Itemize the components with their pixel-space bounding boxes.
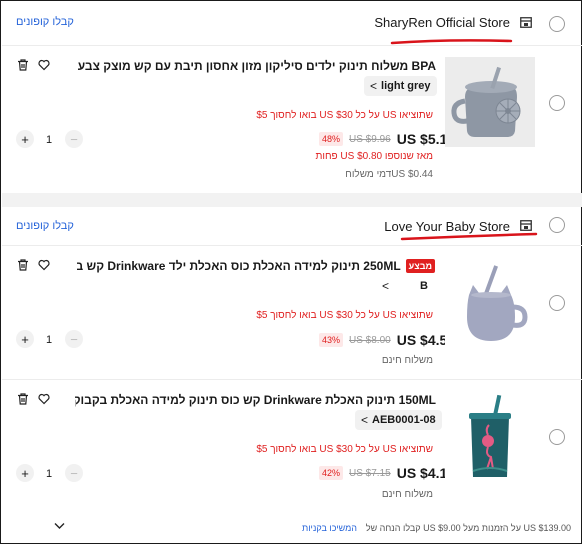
select-item-checkbox[interactable] [549,95,565,111]
price-row: 42% US $7.15 US $4.15 [319,465,455,481]
select-item-checkbox[interactable] [549,295,565,311]
store-promo: בואו לחסוך $5 US על כל $30 US שתוציאו [256,310,433,321]
order-discount-note: קבלו הנחה של US $9.00 על הזמנות מעל US $… [365,523,571,533]
product-image[interactable] [445,57,535,147]
product-title[interactable]: 250ML תינוק למידה האכלת כוס האכלת ילד Dr… [77,259,401,273]
continue-shopping-link[interactable]: המשיכו בקניות [302,523,357,533]
original-price: US $7.15 [349,467,391,479]
select-store-checkbox[interactable] [549,16,565,32]
store-promo: בואו לחסוך $5 US על כל $30 US שתוציאו [256,444,433,455]
quantity-decrease-button[interactable]: − [65,130,83,148]
quantity-value[interactable]: 1 [46,134,52,146]
shipping-cost: דמי משלוחUS $0.44 [345,169,433,180]
original-price: US $9.96 [349,133,391,145]
discount-badge: 42% [319,466,344,480]
quantity-decrease-button[interactable]: − [65,330,83,348]
trash-icon[interactable] [17,59,29,71]
sale-badge: מבצע [405,259,435,273]
select-store-checkbox[interactable] [549,217,565,233]
divider [2,45,582,46]
get-coupons-link[interactable]: קבלו קופונים [16,16,74,28]
storefront-icon [520,17,532,28]
chevron-left-icon: < [382,279,390,293]
product-image[interactable] [445,257,535,347]
chevron-down-icon[interactable] [54,522,65,530]
heart-icon[interactable] [38,59,50,71]
quantity-value[interactable]: 1 [46,468,52,480]
price-row: 48% US $9.96 US $5.18 [319,131,455,147]
cart-panel: קבלו קופונים SharyRen Official Store BPA… [0,0,582,544]
get-coupons-link[interactable]: קבלו קופונים [16,220,74,232]
quantity-value[interactable]: 1 [46,334,52,346]
quantity-increase-button[interactable]: + [16,464,34,482]
variant-selector[interactable]: < B [376,276,434,296]
original-price: US $8.00 [349,334,391,346]
variant-selector[interactable]: < light grey [364,76,437,96]
chevron-left-icon: < [361,413,369,427]
heart-icon[interactable] [38,393,50,405]
variant-label: AEB0001-08 [372,414,436,426]
price-row: 43% US $8.00 US $4.56 [319,332,455,348]
store-promo: בואו לחסוך $5 US על כל $30 US שתוציאו [256,110,433,121]
quantity-increase-button[interactable]: + [16,330,34,348]
store-divider [2,193,582,207]
trash-icon[interactable] [17,259,29,271]
store-name-sharyren[interactable]: SharyRen Official Store [374,15,510,30]
discount-badge: 43% [319,333,344,347]
quantity-decrease-button[interactable]: − [65,464,83,482]
price-drop-note: פחות US $0.80 מאז שנוספו [315,151,433,162]
annotation-underline [400,232,538,241]
variant-label: B [420,280,428,292]
select-item-checkbox[interactable] [549,429,565,445]
product-title[interactable]: 150ML תינוק האכלת Drinkware קש כוס תינוק… [75,393,436,407]
variant-selector[interactable]: < AEB0001-08 [355,410,442,430]
quantity-increase-button[interactable]: + [16,130,34,148]
divider [2,245,582,246]
product-title-row: מבצע 250ML תינוק למידה האכלת כוס האכלת י… [77,259,435,273]
heart-icon[interactable] [38,259,50,271]
trash-icon[interactable] [17,393,29,405]
product-image[interactable] [445,391,535,481]
chevron-left-icon: < [370,79,378,93]
divider [2,379,582,380]
product-title[interactable]: BPA משלוח תינוק ילדים סיליקון מזון אחסון… [75,59,436,73]
shipping-cost: משלוח חינם [381,489,433,500]
variant-label: light grey [381,80,431,92]
discount-badge: 48% [319,132,344,146]
shipping-cost: משלוח חינם [381,355,433,366]
